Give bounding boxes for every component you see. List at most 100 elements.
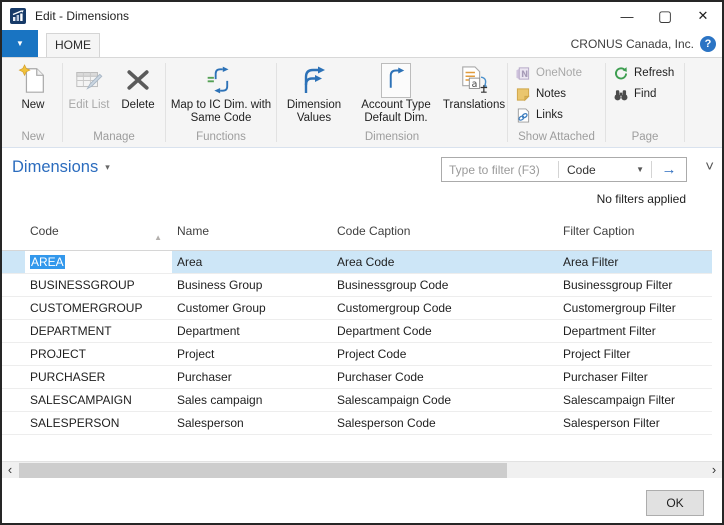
column-header-code[interactable]: Code▲: [25, 213, 172, 250]
table-cell[interactable]: SALESCAMPAIGN: [25, 389, 172, 411]
filter-status: No filters applied: [597, 192, 686, 206]
onenote-button[interactable]: N OneNote: [515, 65, 601, 81]
edit-list-button[interactable]: Edit List: [65, 58, 113, 130]
app-menu-caret-icon: ▼: [16, 39, 24, 48]
table-cell[interactable]: Department Code: [332, 320, 558, 342]
table-cell[interactable]: Businessgroup Filter: [558, 274, 712, 296]
table-cell[interactable]: Customer Group: [172, 297, 332, 319]
delete-button[interactable]: Delete: [113, 58, 163, 130]
ribbon-group-label: Manage: [63, 130, 165, 147]
row-selector[interactable]: [2, 412, 25, 434]
application-menu-button[interactable]: ▼: [2, 30, 38, 57]
dimension-values-button[interactable]: Dimension Values: [278, 58, 350, 130]
apply-filter-button[interactable]: →: [652, 158, 686, 181]
table-cell[interactable]: Salescampaign Code: [332, 389, 558, 411]
table-cell[interactable]: PROJECT: [25, 343, 172, 365]
table-cell[interactable]: CUSTOMERGROUP: [25, 297, 172, 319]
edit-list-button-label: Edit List: [69, 99, 110, 112]
scroll-right-arrow-icon[interactable]: ›: [706, 462, 722, 478]
table-cell[interactable]: Customergroup Code: [332, 297, 558, 319]
edit-list-icon: [73, 63, 105, 97]
table-cell[interactable]: Department Filter: [558, 320, 712, 342]
table-cell[interactable]: Project: [172, 343, 332, 365]
table-cell[interactable]: Purchaser Filter: [558, 366, 712, 388]
notes-button[interactable]: Notes: [515, 86, 601, 102]
map-ic-dimensions-icon: [205, 63, 237, 97]
scrollbar-thumb[interactable]: [19, 463, 507, 478]
filter-field-dropdown[interactable]: Code ▼: [559, 158, 651, 181]
expand-filter-pane-chevron-icon[interactable]: ˅: [705, 159, 714, 174]
page-title-dropdown[interactable]: Dimensions▾: [12, 158, 110, 177]
page-header: Dimensions▾ Code ▼ → ˅ No filters applie…: [2, 148, 722, 213]
ok-button[interactable]: OK: [646, 490, 704, 516]
table-cell[interactable]: Project Code: [332, 343, 558, 365]
table-cell[interactable]: Purchaser: [172, 366, 332, 388]
table-row[interactable]: PURCHASERPurchaserPurchaser CodePurchase…: [2, 366, 712, 389]
table-row[interactable]: SALESCAMPAIGNSales campaignSalescampaign…: [2, 389, 712, 412]
refresh-button-label: Refresh: [634, 67, 674, 79]
ribbon-group-label: New: [4, 130, 62, 147]
table-cell[interactable]: BUSINESSGROUP: [25, 274, 172, 296]
table-cell[interactable]: SALESPERSON: [25, 412, 172, 434]
filter-input[interactable]: [442, 158, 558, 181]
table-cell[interactable]: Customergroup Filter: [558, 297, 712, 319]
table-cell[interactable]: DEPARTMENT: [25, 320, 172, 342]
column-header-code-caption[interactable]: Code Caption: [332, 213, 558, 250]
edit-dimensions-window: Edit - Dimensions — ▢ ✕ ▼ HOME CRONUS Ca…: [0, 0, 724, 525]
find-binoculars-icon: [613, 87, 629, 102]
maximize-button[interactable]: ▢: [646, 2, 684, 30]
ribbon-group-functions: Map to IC Dim. with Same Code Functions: [166, 58, 276, 147]
links-button[interactable]: Links: [515, 107, 601, 123]
svg-text:a: a: [472, 79, 478, 90]
tab-home[interactable]: HOME: [46, 33, 100, 57]
row-selector[interactable]: [2, 366, 25, 388]
scroll-left-arrow-icon[interactable]: ‹: [2, 462, 18, 478]
minimize-button[interactable]: —: [608, 2, 646, 30]
row-selector[interactable]: [2, 274, 25, 296]
account-type-default-dim-button[interactable]: Account Type Default Dim.: [350, 58, 442, 130]
row-selector[interactable]: [2, 389, 25, 411]
close-button[interactable]: ✕: [684, 2, 722, 30]
table-row[interactable]: DEPARTMENTDepartmentDepartment CodeDepar…: [2, 320, 712, 343]
table-row[interactable]: SALESPERSONSalespersonSalesperson CodeSa…: [2, 412, 712, 435]
column-header-filter-caption[interactable]: Filter Caption: [558, 213, 712, 250]
help-icon[interactable]: ?: [700, 36, 716, 52]
table-cell[interactable]: PURCHASER: [25, 366, 172, 388]
find-button[interactable]: Find: [613, 86, 680, 102]
table-cell[interactable]: Area Filter: [558, 251, 712, 273]
table-body: AREAAreaArea CodeArea FilterBUSINESSGROU…: [2, 251, 712, 435]
table-cell[interactable]: AREA: [25, 251, 172, 273]
row-selector[interactable]: [2, 320, 25, 342]
row-selector[interactable]: [2, 297, 25, 319]
row-selector[interactable]: [2, 343, 25, 365]
row-selector[interactable]: [2, 251, 25, 273]
table-row[interactable]: BUSINESSGROUPBusiness GroupBusinessgroup…: [2, 274, 712, 297]
table-cell[interactable]: Area Code: [332, 251, 558, 273]
filter-bar: Code ▼ →: [441, 157, 687, 182]
table-cell[interactable]: Department: [172, 320, 332, 342]
map-to-ic-dim-button[interactable]: Map to IC Dim. with Same Code: [170, 58, 272, 130]
refresh-button[interactable]: Refresh: [613, 65, 680, 81]
table-row[interactable]: CUSTOMERGROUPCustomer GroupCustomergroup…: [2, 297, 712, 320]
table-cell[interactable]: Sales campaign: [172, 389, 332, 411]
new-button[interactable]: New: [17, 58, 49, 130]
selected-cell-text: AREA: [30, 255, 65, 269]
table-cell[interactable]: Purchaser Code: [332, 366, 558, 388]
table-cell[interactable]: Businessgroup Code: [332, 274, 558, 296]
translations-button[interactable]: a Translations: [442, 58, 506, 130]
table-cell[interactable]: Area: [172, 251, 332, 273]
column-header-name[interactable]: Name: [172, 213, 332, 250]
group-separator: [684, 63, 685, 142]
table-cell[interactable]: Project Filter: [558, 343, 712, 365]
table-cell[interactable]: Business Group: [172, 274, 332, 296]
table-cell[interactable]: Salesperson Filter: [558, 412, 712, 434]
table-cell[interactable]: Salesperson: [172, 412, 332, 434]
table-cell[interactable]: Salesperson Code: [332, 412, 558, 434]
ribbon-group-show-attached: N OneNote Notes Links Show Attached: [508, 58, 605, 147]
ribbon: New New Edit List Delete: [2, 57, 722, 148]
horizontal-scrollbar[interactable]: ‹ ›: [2, 461, 722, 478]
translations-button-label: Translations: [443, 99, 505, 112]
table-row[interactable]: AREA AreaArea CodeArea Filter: [2, 251, 712, 274]
table-cell[interactable]: Salescampaign Filter: [558, 389, 712, 411]
table-row[interactable]: PROJECTProjectProject CodeProject Filter: [2, 343, 712, 366]
